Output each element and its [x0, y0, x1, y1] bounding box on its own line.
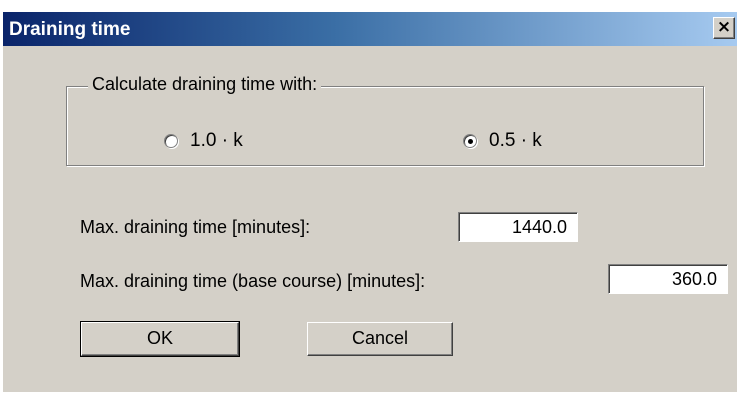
radio-0-5-k-label: 0.5 · k [489, 130, 542, 151]
radio-1-0-k-label: 1.0 · k [190, 130, 243, 151]
radio-0-5-k[interactable]: 0.5 · k [463, 130, 542, 152]
title-bar[interactable]: Draining time × [3, 12, 737, 46]
ok-button[interactable]: OK [80, 321, 240, 357]
max-draining-time-label: Max. draining time [minutes]: [80, 217, 311, 237]
radio-icon [463, 134, 477, 148]
max-draining-time-base-input[interactable]: 360.0 [608, 264, 728, 294]
max-draining-time-input[interactable]: 1440.0 [458, 212, 578, 242]
radio-icon [164, 134, 178, 148]
calculate-group-label: Calculate draining time with: [88, 74, 322, 95]
calculate-groupbox [66, 86, 704, 166]
radio-1-0-k[interactable]: 1.0 · k [164, 130, 243, 152]
max-draining-time-base-label: Max. draining time (base course) [minute… [80, 271, 426, 291]
cancel-button[interactable]: Cancel [307, 322, 453, 356]
dialog-title: Draining time [9, 19, 131, 40]
close-icon[interactable]: × [713, 17, 735, 39]
